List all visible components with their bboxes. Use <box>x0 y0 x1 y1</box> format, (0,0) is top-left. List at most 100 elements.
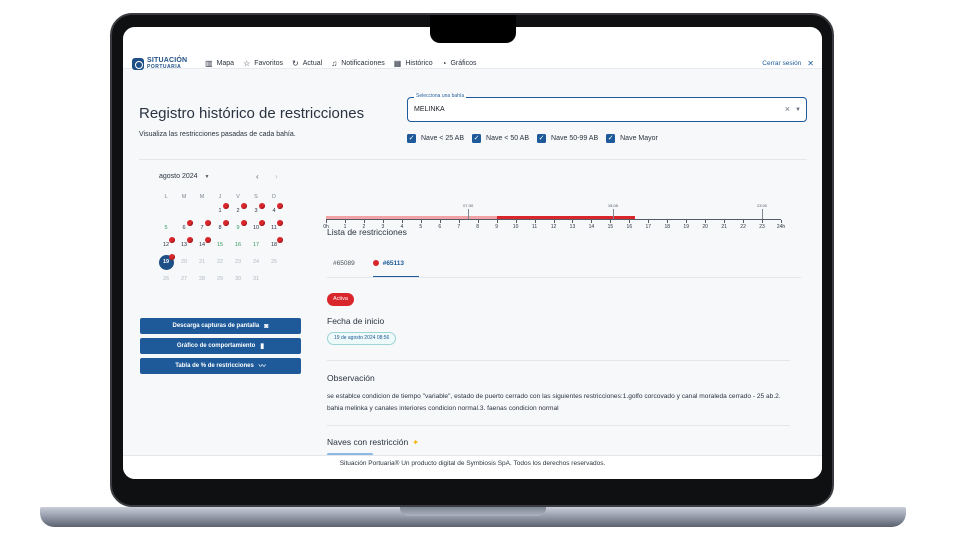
calendar-day[interactable]: 26 <box>157 271 175 288</box>
calendar-day[interactable]: 21 <box>193 254 211 271</box>
behavior-chart-button[interactable]: Gráfico de comportamiento ▮ <box>140 338 301 354</box>
timeline-restriction-bar[interactable] <box>496 216 636 219</box>
calendar-day[interactable]: 16 <box>229 237 247 254</box>
calendar-day[interactable]: 10 <box>247 220 265 237</box>
observation-title: Observación <box>327 373 375 383</box>
checkbox-checked-icon[interactable]: ✓ <box>537 134 547 143</box>
timeline-tick <box>477 220 479 223</box>
calendar-day[interactable]: 25 <box>265 254 283 271</box>
calendar-day[interactable]: 19 <box>157 254 175 271</box>
calendar-day-number: 13 <box>180 242 188 248</box>
calendar-day[interactable]: 23 <box>229 254 247 271</box>
calendar-day[interactable]: 7 <box>193 220 211 237</box>
timeline-hour-label: 16 <box>626 224 633 230</box>
timeline-tick <box>667 220 669 223</box>
calendar-day[interactable]: 31 <box>247 271 265 288</box>
timeline-marker <box>468 209 470 219</box>
calendar-day-number: 20 <box>180 259 188 265</box>
brand-logo[interactable]: SITUACIÓN PORTUARIA <box>132 57 187 70</box>
calendar-day[interactable]: 1 <box>211 203 229 220</box>
tab-65089[interactable]: #65089 <box>333 257 355 269</box>
filter-nave-25[interactable]: ✓ Nave < 25 AB <box>407 134 464 143</box>
calendar-day[interactable]: 12 <box>157 237 175 254</box>
calendar-prev-icon[interactable]: ‹ <box>256 172 259 181</box>
bay-select[interactable]: Selecciona una bahía MELINKA × ▼ <box>407 93 807 122</box>
calendar-day[interactable]: 30 <box>229 271 247 288</box>
filter-nave-50-99[interactable]: ✓ Nave 50-99 AB <box>537 134 598 143</box>
nav-item-actual[interactable]: ↻ Actual <box>292 59 322 68</box>
timeline-tick <box>439 220 441 223</box>
calendar-day-number: 11 <box>271 225 277 231</box>
timeline-restriction-bar[interactable] <box>326 216 497 219</box>
timeline-hour-label: 17 <box>645 224 652 230</box>
calendar-day[interactable]: 11 <box>265 220 283 237</box>
filter-nave-50[interactable]: ✓ Nave < 50 AB <box>472 134 529 143</box>
timeline-tick <box>344 220 346 223</box>
calendar-day-number: 9 <box>236 225 240 231</box>
tab-65113[interactable]: #65113 <box>372 257 404 269</box>
restriction-tabs: #65089 #65113 <box>333 257 404 269</box>
calendar-empty-cell <box>157 203 175 220</box>
calendar-day[interactable]: 27 <box>175 271 193 288</box>
calendar-day[interactable]: 5 <box>157 220 175 237</box>
weekday-header: M <box>199 194 205 200</box>
timeline-marker <box>612 209 614 219</box>
timeline-hour-label: 23 <box>759 224 765 230</box>
calendar-day-number: 6 <box>182 225 186 231</box>
chevron-down-icon[interactable]: ▼ <box>795 107 801 113</box>
timeline-tick <box>515 220 517 223</box>
nav-item-favoritos[interactable]: ☆ Favoritos <box>243 59 283 68</box>
timeline-hour-label: 9 <box>495 224 499 230</box>
calendar-day[interactable]: 29 <box>211 271 229 288</box>
download-screenshots-button[interactable]: Descarga capturas de pantalla ◙ <box>140 318 301 334</box>
calendar-day[interactable]: 6 <box>175 220 193 237</box>
divider <box>139 159 807 160</box>
calendar-day[interactable]: 3 <box>247 203 265 220</box>
calendar-day[interactable]: 14 <box>193 237 211 254</box>
calendar-month-selector[interactable]: agosto 2024 ▼ <box>159 173 210 180</box>
calendar-day[interactable]: 24 <box>247 254 265 271</box>
filter-nave-mayor[interactable]: ✓ Nave Mayor <box>606 134 658 143</box>
calendar-day[interactable]: 8 <box>211 220 229 237</box>
timeline-tick <box>686 220 688 223</box>
logout-button[interactable]: Cerrar sesión ✕ <box>762 59 814 68</box>
nav-item-mapa[interactable]: ▥ Mapa <box>205 59 234 68</box>
calendar-day[interactable]: 4 <box>265 203 283 220</box>
laptop-mockup: SITUACIÓN PORTUARIA ▥ Mapa ☆ Favoritos ↻ Ac… <box>0 0 960 548</box>
timeline-tick <box>705 220 707 223</box>
checkbox-checked-icon[interactable]: ✓ <box>407 134 416 143</box>
calendar-day-number: 2 <box>236 208 240 214</box>
timeline-tick <box>363 220 365 223</box>
calendar-day-number: 23 <box>234 259 242 265</box>
nav-item-notificaciones[interactable]: ♫ Notificaciones <box>331 59 385 68</box>
calendar-day-number: 25 <box>270 259 278 265</box>
calendar-day[interactable]: 13 <box>175 237 193 254</box>
timeline-hour-label: 10 <box>512 224 519 230</box>
timeline-hour-label: 6 <box>438 224 442 230</box>
timeline-hour-label: 13 <box>569 224 576 230</box>
calendar-day[interactable]: 15 <box>211 237 229 254</box>
calendar-day[interactable]: 2 <box>229 203 247 220</box>
timeline-hour-label: 7 <box>457 224 461 230</box>
calendar-day[interactable]: 22 <box>211 254 229 271</box>
checkbox-checked-icon[interactable]: ✓ <box>606 134 616 143</box>
nav-item-historico[interactable]: ▦ Histórico <box>394 59 433 68</box>
timeline-hour-label: 19 <box>683 224 689 230</box>
calendar-day[interactable]: 9 <box>229 220 247 237</box>
trend-icon: 〰 <box>258 363 266 370</box>
calendar-next-icon[interactable]: › <box>275 172 278 181</box>
percent-table-button[interactable]: Tabla de % de restricciones 〰 <box>140 358 301 374</box>
calendar-day[interactable]: 17 <box>247 237 265 254</box>
calendar-day[interactable]: 20 <box>175 254 193 271</box>
clear-icon[interactable]: × <box>785 104 790 114</box>
weekday-header: J <box>218 194 222 200</box>
calendar-day[interactable]: 18 <box>265 237 283 254</box>
calendar-day-number: 26 <box>162 276 170 282</box>
calendar-day-number: 16 <box>234 242 242 248</box>
checkbox-checked-icon[interactable]: ✓ <box>472 134 482 143</box>
timeline-hour-label: 20 <box>702 224 708 230</box>
calendar-day[interactable]: 28 <box>193 271 211 288</box>
nav-item-graficos[interactable]: ◔ Gráficos <box>442 59 477 68</box>
bay-select-value[interactable]: MELINKA <box>414 106 445 113</box>
calendar-empty-cell <box>265 271 283 288</box>
